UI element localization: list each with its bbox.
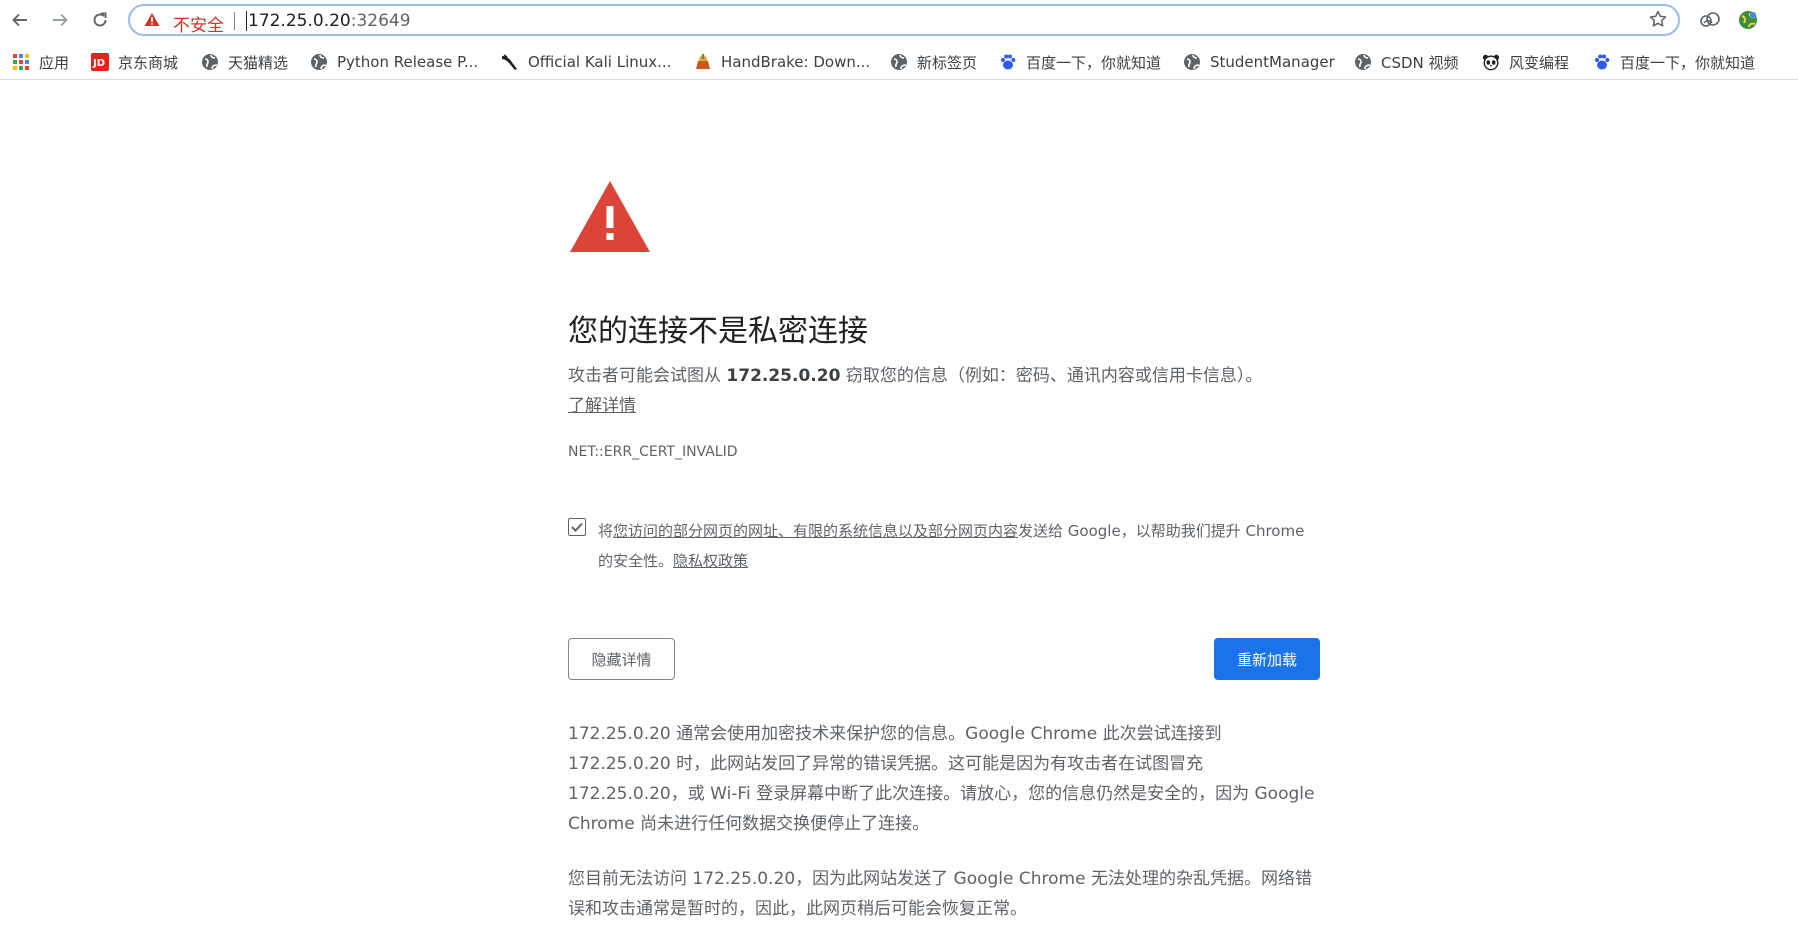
bookmark-label: 新标签页 — [917, 53, 978, 72]
forward-button[interactable] — [44, 4, 76, 36]
bookmark-baidu[interactable]: 百度一下，你就知道 — [999, 52, 1161, 72]
extension-globe-icon[interactable] — [1737, 9, 1759, 35]
svg-text:JD: JD — [92, 58, 105, 69]
bookmark-apps[interactable]: 应用 — [12, 52, 69, 72]
description-host: 172.25.0.20 — [726, 366, 841, 386]
browser-toolbar: 不安全 172.25.0.20:32649 — [0, 0, 1798, 40]
bookmark-label: Python Release P... — [337, 53, 479, 71]
apps-grid-icon — [12, 53, 30, 71]
globe-icon — [310, 53, 328, 71]
forward-arrow-icon — [53, 13, 68, 27]
optin-label: 将您访问的部分网页的网址、有限的系统信息以及部分网页内容发送给 Google，以… — [598, 516, 1318, 576]
bookmark-label: 百度一下，你就知道 — [1026, 53, 1162, 72]
baidu-paw-icon — [1593, 53, 1611, 71]
bookmark-fengbian[interactable]: 风变编程 — [1482, 52, 1569, 72]
handbrake-icon — [694, 53, 712, 71]
bookmark-label: StudentManager — [1210, 53, 1335, 71]
description-text: 攻击者可能会试图从 — [568, 366, 727, 386]
extension-cloud-icon[interactable] — [1698, 9, 1722, 35]
bookmark-label: 天猫精选 — [228, 53, 289, 72]
bookmark-tmall[interactable]: 天猫精选 — [201, 52, 288, 72]
bookmark-csdn[interactable]: CSDN 视频 — [1354, 52, 1459, 72]
not-secure-label[interactable]: 不安全 — [173, 11, 224, 36]
reload-page-button[interactable] — [84, 4, 116, 36]
privacy-policy-link[interactable]: 隐私权政策 — [673, 552, 748, 570]
address-bar[interactable]: 不安全 172.25.0.20:32649 — [128, 4, 1680, 36]
url-text[interactable]: 172.25.0.20:32649 — [246, 11, 411, 31]
globe-icon — [1183, 53, 1201, 71]
bookmark-handbrake[interactable]: HandBrake: Down... — [694, 52, 870, 72]
checkmark-icon — [571, 522, 583, 532]
bookmark-kali[interactable]: Official Kali Linux... — [501, 52, 671, 72]
globe-icon — [201, 53, 219, 71]
bookmarks-bar: 应用 JD 京东商城 天猫精选 Python Release P... Offi… — [0, 44, 1798, 80]
learn-more-link[interactable]: 了解详情 — [568, 396, 636, 416]
page-title: 您的连接不是私密连接 — [568, 314, 868, 349]
hide-details-button[interactable]: 隐藏详情 — [568, 638, 675, 680]
back-arrow-icon — [12, 13, 27, 27]
bookmark-studentmanager[interactable]: StudentManager — [1183, 52, 1335, 72]
bookmark-baidu-2[interactable]: 百度一下，你就知道 — [1593, 52, 1755, 72]
url-host: 172.25.0.20 — [248, 11, 351, 31]
panda-icon — [1482, 53, 1500, 71]
omnibox-separator — [234, 12, 235, 30]
jd-logo-icon: JD — [91, 53, 109, 71]
bookmark-label: 百度一下，你就知道 — [1620, 53, 1756, 72]
optin-text: 将 — [598, 522, 614, 540]
reload-icon — [93, 12, 107, 27]
baidu-paw-icon — [999, 53, 1017, 71]
details-paragraph: 172.25.0.20 通常会使用加密技术来保护您的信息。Google Chro… — [568, 724, 1315, 834]
bookmark-label: HandBrake: Down... — [721, 53, 871, 71]
bookmark-python[interactable]: Python Release P... — [310, 52, 478, 72]
description-text: 窃取您的信息（例如：密码、通讯内容或信用卡信息）。 — [840, 366, 1263, 386]
error-details: 172.25.0.20 通常会使用加密技术来保护您的信息。Google Chro… — [568, 719, 1320, 949]
optin-data-link[interactable]: 您访问的部分网页的网址、有限的系统信息以及部分网页内容 — [613, 522, 1018, 540]
bookmark-new-tab[interactable]: 新标签页 — [890, 52, 977, 72]
url-port: :32649 — [350, 11, 411, 31]
optin-checkbox[interactable] — [568, 518, 586, 536]
error-description: 攻击者可能会试图从 172.25.0.20 窃取您的信息（例如：密码、通讯内容或… — [568, 361, 1320, 421]
bookmark-label: 风变编程 — [1509, 53, 1570, 72]
bookmark-star-icon[interactable] — [1648, 9, 1668, 33]
bookmark-jd[interactable]: JD 京东商城 — [91, 52, 178, 72]
details-paragraph: 您目前无法访问 172.25.0.20，因为此网站发送了 Google Chro… — [568, 869, 1312, 919]
bookmark-label: CSDN 视频 — [1381, 53, 1459, 72]
bookmark-label: 京东商城 — [118, 53, 179, 72]
error-code: NET::ERR_CERT_INVALID — [568, 444, 738, 460]
not-secure-warning-icon[interactable] — [144, 12, 160, 31]
back-button[interactable] — [4, 4, 36, 36]
globe-icon — [1354, 53, 1372, 71]
bookmark-label: 应用 — [39, 53, 70, 72]
reload-button[interactable]: 重新加载 — [1214, 638, 1320, 680]
kali-dragon-icon — [501, 53, 519, 71]
bookmark-label: Official Kali Linux... — [528, 53, 672, 71]
globe-icon — [890, 53, 908, 71]
warning-triangle-icon — [568, 178, 652, 258]
